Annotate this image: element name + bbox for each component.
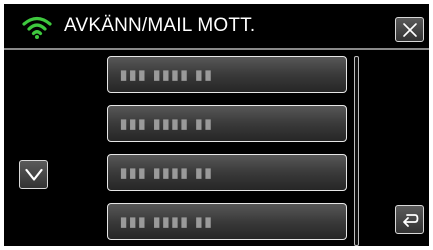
header-bar: AVKÄNN/MAIL MOTT. [4, 4, 429, 48]
list-item-label: ▮▮▮ ▮▮▮▮ ▮▮ [120, 116, 214, 131]
wifi-icon [22, 16, 52, 39]
header-divider [4, 48, 429, 50]
list-item[interactable]: ▮▮▮ ▮▮▮▮ ▮▮ [107, 203, 347, 240]
list-item-label: ▮▮▮ ▮▮▮▮ ▮▮ [120, 165, 214, 180]
scrollbar[interactable] [354, 56, 359, 246]
list-item-label: ▮▮▮ ▮▮▮▮ ▮▮ [120, 214, 214, 229]
close-icon [403, 23, 417, 37]
list-item[interactable]: ▮▮▮ ▮▮▮▮ ▮▮ [107, 56, 347, 93]
chevron-down-icon [25, 168, 43, 181]
return-arrow-icon [403, 214, 419, 227]
list-item[interactable]: ▮▮▮ ▮▮▮▮ ▮▮ [107, 154, 347, 191]
scroll-down-button[interactable] [19, 160, 48, 189]
page-title: AVKÄNN/MAIL MOTT. [64, 15, 256, 36]
screen: AVKÄNN/MAIL MOTT. ▮▮▮ ▮▮▮▮ ▮▮ ▮▮▮ ▮▮▮▮ ▮… [4, 4, 429, 246]
list-item[interactable]: ▮▮▮ ▮▮▮▮ ▮▮ [107, 105, 347, 142]
back-button[interactable] [395, 205, 424, 234]
close-button[interactable] [395, 17, 424, 42]
list-item-label: ▮▮▮ ▮▮▮▮ ▮▮ [120, 67, 214, 82]
